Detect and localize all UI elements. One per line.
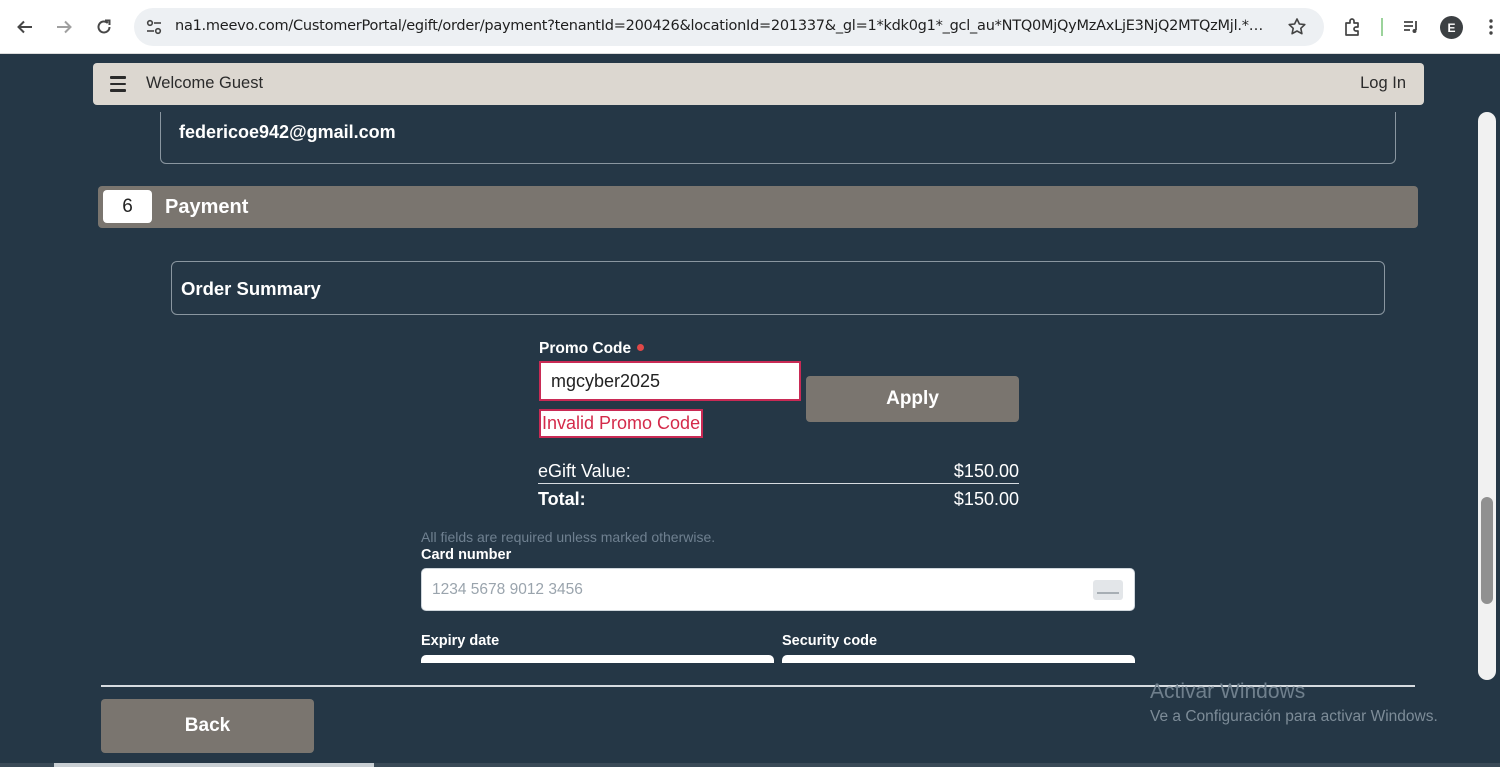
promo-error-message: Invalid Promo Code xyxy=(539,409,704,438)
total-amount: $150.00 xyxy=(953,489,1019,509)
site-info-icon[interactable] xyxy=(142,15,166,39)
profile-avatar[interactable]: E xyxy=(1440,16,1463,39)
media-control-icon[interactable] xyxy=(1398,14,1424,40)
windows-watermark-subtitle: Ve a Configuración para activar Windows. xyxy=(1150,708,1438,725)
order-summary-panel[interactable]: Order Summary xyxy=(171,261,1385,315)
security-code-label: Security code xyxy=(782,633,878,649)
credit-card-icon xyxy=(1093,580,1123,600)
card-number-input[interactable] xyxy=(421,568,1135,611)
back-arrow-icon[interactable] xyxy=(12,14,38,40)
toolbar-separator xyxy=(1381,18,1383,36)
payment-section-header: 6 Payment xyxy=(98,186,1418,228)
card-number-label: Card number xyxy=(421,547,512,563)
section-title: Payment xyxy=(165,196,249,218)
recipient-email: federicoe942@gmail.com xyxy=(179,122,396,142)
egift-value-amount: $150.00 xyxy=(953,461,1019,481)
address-bar[interactable]: na1.meevo.com/CustomerPortal/egift/order… xyxy=(134,8,1324,46)
browser-toolbar: na1.meevo.com/CustomerPortal/egift/order… xyxy=(0,0,1500,54)
star-icon[interactable] xyxy=(1286,16,1308,38)
promo-code-label-text: Promo Code xyxy=(539,340,632,357)
page-header: Welcome Guest Log In xyxy=(93,63,1424,105)
scrollbar-thumb[interactable] xyxy=(1481,497,1493,604)
back-button[interactable]: Back xyxy=(101,699,314,753)
required-fields-note: All fields are required unless marked ot… xyxy=(421,529,716,545)
apply-button[interactable]: Apply xyxy=(806,376,1019,422)
kebab-menu-icon[interactable] xyxy=(1478,14,1500,40)
reload-icon[interactable] xyxy=(91,14,117,40)
url-text[interactable]: na1.meevo.com/CustomerPortal/egift/order… xyxy=(175,18,1265,34)
expiry-date-label: Expiry date xyxy=(421,633,500,649)
windows-watermark-title: Activar Windows xyxy=(1150,680,1306,703)
login-link[interactable]: Log In xyxy=(1360,74,1406,93)
promo-code-input[interactable] xyxy=(539,361,801,401)
promo-code-label: Promo Code xyxy=(539,340,645,358)
egift-value-label: eGift Value: xyxy=(538,461,631,481)
total-label: Total: xyxy=(538,489,586,509)
welcome-text: Welcome Guest xyxy=(146,74,264,92)
egift-value-row: eGift Value: $150.00 xyxy=(538,461,1019,484)
order-summary-title: Order Summary xyxy=(181,278,321,299)
taskbar-edge-highlight xyxy=(54,763,374,767)
required-dot xyxy=(637,344,645,351)
forward-arrow-icon[interactable] xyxy=(51,14,77,40)
step-number: 6 xyxy=(103,190,152,223)
security-code-input[interactable] xyxy=(782,655,1135,663)
extensions-icon[interactable] xyxy=(1339,14,1365,40)
recipient-email-box: federicoe942@gmail.com xyxy=(160,112,1396,164)
expiry-date-input[interactable] xyxy=(421,655,774,663)
hamburger-menu-icon[interactable] xyxy=(110,76,126,92)
